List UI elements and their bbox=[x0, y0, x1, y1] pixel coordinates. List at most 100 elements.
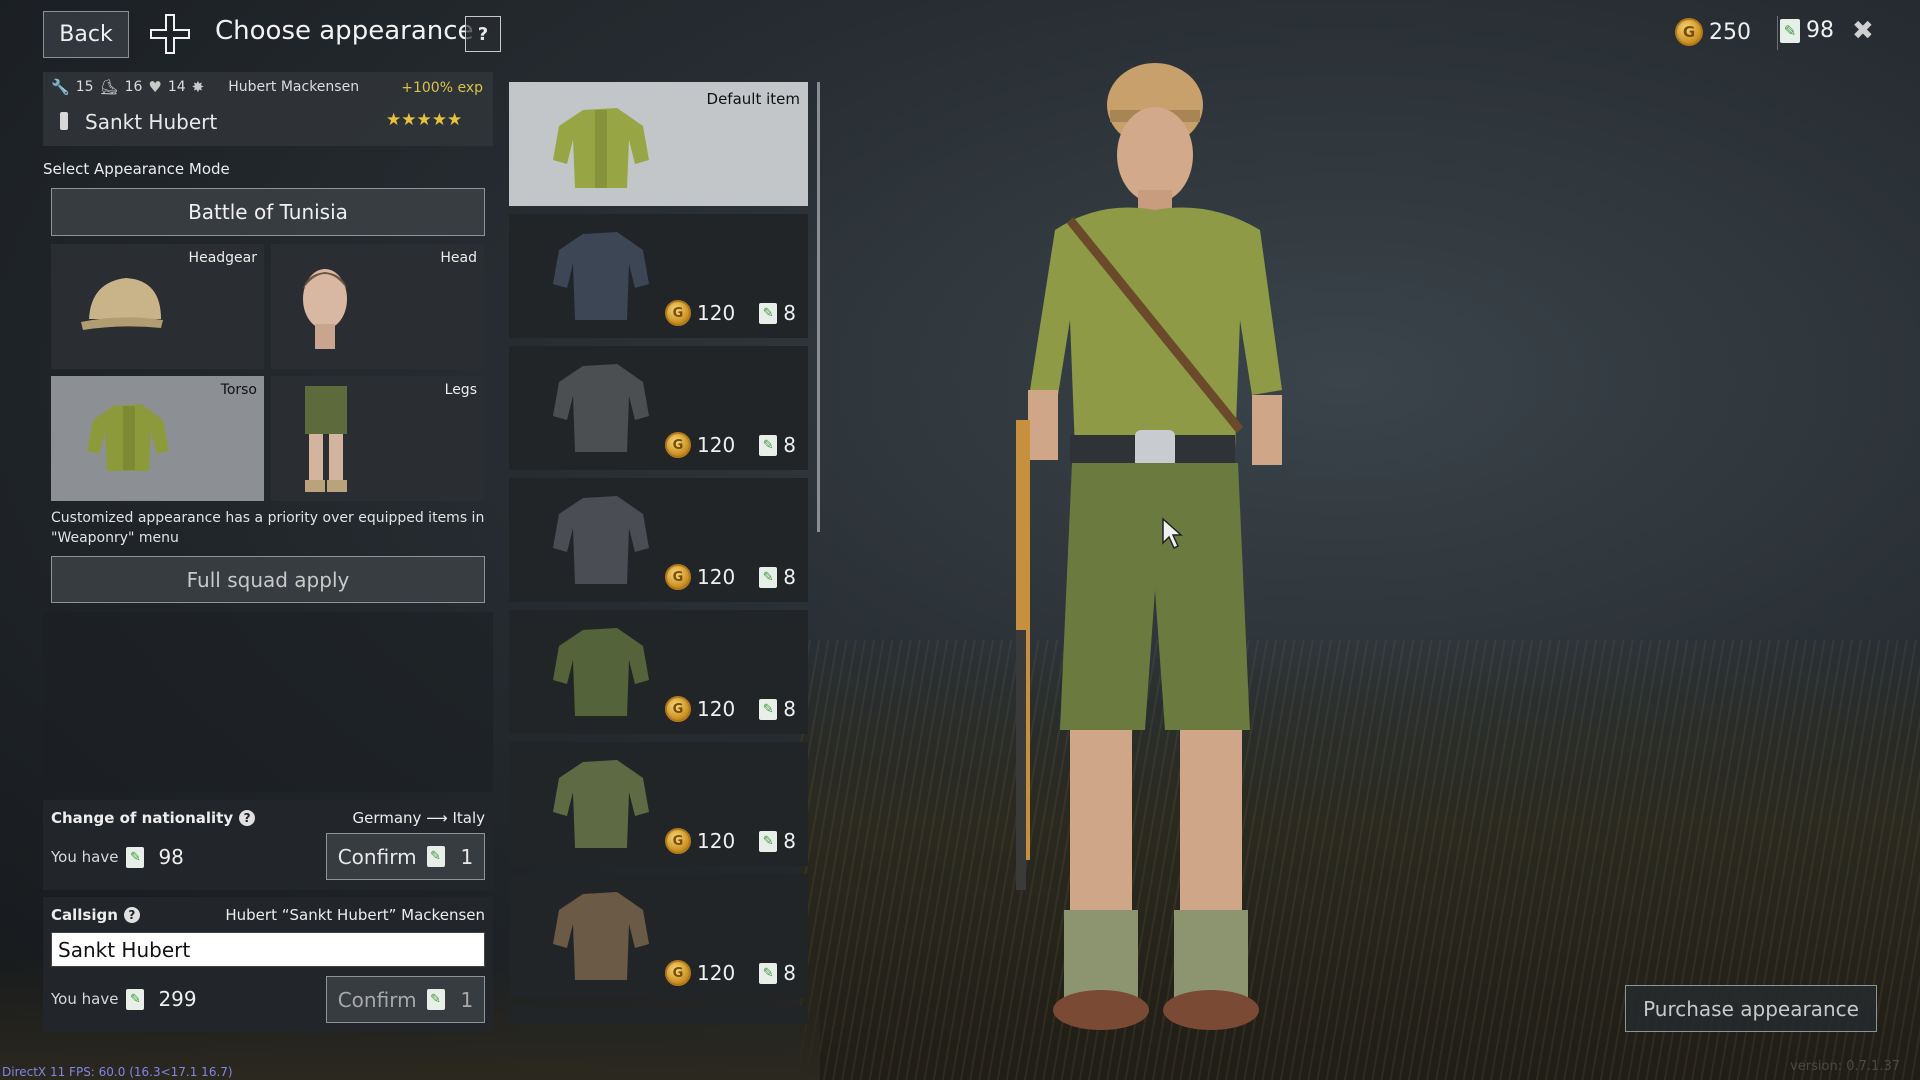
coin-icon: G bbox=[665, 828, 691, 854]
item-uniform-3[interactable]: G 120 ✎ 8 bbox=[509, 478, 808, 602]
ticket-balance: ✎ 98 bbox=[1780, 18, 1834, 43]
close-icon[interactable]: ✖ bbox=[1852, 16, 1874, 46]
item-uniform-2[interactable]: G 120 ✎ 8 bbox=[509, 346, 808, 470]
shirt-icon bbox=[553, 108, 649, 188]
item-uniform-1[interactable]: G 120 ✎ 8 bbox=[509, 214, 808, 338]
slot-legs[interactable]: Legs bbox=[271, 376, 484, 501]
help-icon[interactable]: ? bbox=[123, 907, 140, 923]
ticket-icon: ✎ bbox=[426, 846, 445, 867]
soldier-preview[interactable] bbox=[960, 30, 1360, 1080]
price-silver: 120 bbox=[697, 697, 736, 721]
price-tickets: 8 bbox=[783, 301, 796, 325]
soldier-stats: 🔧 15 ⛸ 16 ♥ 14 ✸ Hubert Mackensen bbox=[51, 78, 359, 96]
nationality-section: Change of nationality ? Germany ⟶ Italy … bbox=[43, 800, 493, 890]
price-tickets: 8 bbox=[783, 697, 796, 721]
wrench-icon: 🔧 bbox=[51, 78, 70, 96]
ticket-amount: 98 bbox=[1806, 18, 1834, 43]
soldier-card[interactable]: 🔧 15 ⛸ 16 ♥ 14 ✸ Hubert Mackensen +100% … bbox=[43, 72, 493, 146]
torso-item-list[interactable]: Default item G 120 ✎ 8 G 120 ✎ 8 G 120 ✎… bbox=[509, 82, 809, 1024]
confirm-label: Confirm bbox=[337, 987, 417, 1012]
slot-torso-label: Torso bbox=[220, 382, 257, 398]
confirm-label: Confirm bbox=[337, 844, 417, 869]
item-price: G 120 ✎ 8 bbox=[665, 828, 796, 854]
callsign-input[interactable]: Sankt Hubert bbox=[51, 932, 485, 967]
page-title: Choose appearance bbox=[215, 16, 474, 46]
slot-headgear[interactable]: Headgear bbox=[51, 244, 264, 369]
boot-icon: ⛸ bbox=[99, 78, 119, 96]
callsign-full: Hubert “Sankt Hubert” Mackensen bbox=[225, 906, 485, 924]
rating-stars: ★★★★★ bbox=[386, 110, 463, 130]
ticket-icon: ✎ bbox=[1780, 18, 1800, 43]
item-price: G 120 ✎ 8 bbox=[665, 696, 796, 722]
coin-icon: G bbox=[665, 300, 691, 326]
item-default[interactable]: Default item bbox=[509, 82, 808, 206]
heart-icon: ♥ bbox=[148, 78, 162, 96]
you-have-label: You have bbox=[51, 990, 119, 1008]
price-silver: 120 bbox=[697, 961, 736, 985]
nationality-change: Germany ⟶ Italy bbox=[352, 809, 485, 827]
ticket-icon: ✎ bbox=[126, 988, 145, 1010]
price-silver: 120 bbox=[697, 829, 736, 853]
callsign-title-row: Callsign ? bbox=[51, 906, 140, 924]
coin-icon: G bbox=[665, 564, 691, 590]
confirm-cost: 1 bbox=[460, 844, 474, 869]
price-tickets: 8 bbox=[783, 829, 796, 853]
stat-vitality: 16 bbox=[124, 79, 143, 95]
exp-bonus: +100% exp bbox=[401, 80, 483, 96]
item-list-scrollbar[interactable] bbox=[817, 82, 820, 532]
version-label: version: 0.7.1.37 bbox=[1790, 1059, 1900, 1074]
iron-cross-icon bbox=[150, 14, 190, 54]
appearance-mode-label: Select Appearance Mode bbox=[43, 160, 230, 178]
slot-torso[interactable]: Torso bbox=[51, 376, 264, 501]
slot-headgear-label: Headgear bbox=[188, 250, 257, 266]
uniform-icon bbox=[553, 232, 649, 320]
ticket-icon: ✎ bbox=[759, 302, 778, 324]
weapon-icon: ✸ bbox=[191, 78, 205, 96]
price-silver: 120 bbox=[697, 433, 736, 457]
callsign-balance: You have ✎ 299 bbox=[51, 987, 197, 1011]
ticket-icon: ✎ bbox=[759, 434, 778, 456]
ticket-icon: ✎ bbox=[759, 830, 778, 852]
item-uniform-4[interactable]: G 120 ✎ 8 bbox=[509, 610, 808, 734]
item-uniform-5[interactable]: G 120 ✎ 8 bbox=[509, 742, 808, 866]
back-button[interactable]: Back bbox=[43, 11, 129, 58]
item-uniform-7[interactable] bbox=[509, 1006, 808, 1024]
nationality-title: Change of nationality bbox=[51, 809, 234, 827]
nationality-title-row: Change of nationality ? bbox=[51, 809, 256, 827]
item-price: G 120 ✎ 8 bbox=[665, 300, 796, 326]
uniform-icon bbox=[553, 364, 649, 452]
ticket-icon: ✎ bbox=[759, 698, 778, 720]
ticket-icon: ✎ bbox=[759, 566, 778, 588]
price-tickets: 8 bbox=[783, 433, 796, 457]
callsign-title: Callsign bbox=[51, 906, 118, 924]
silver-amount: 250 bbox=[1709, 19, 1751, 45]
slot-legs-label: Legs bbox=[444, 382, 477, 398]
rank-icon bbox=[60, 112, 68, 130]
slot-head[interactable]: Head bbox=[271, 244, 484, 369]
item-uniform-6[interactable]: G 120 ✎ 8 bbox=[509, 874, 808, 998]
uniform-icon bbox=[553, 760, 649, 848]
slot-head-label: Head bbox=[440, 250, 477, 266]
full-squad-apply-button[interactable]: Full squad apply bbox=[51, 556, 485, 603]
you-have-amount: 98 bbox=[158, 845, 184, 869]
mouse-cursor-icon bbox=[1162, 517, 1183, 550]
uniform-icon bbox=[553, 496, 649, 584]
soldier-full-name: Hubert Mackensen bbox=[228, 79, 360, 95]
coin-icon: G bbox=[665, 960, 691, 986]
stat-agility: 15 bbox=[75, 79, 94, 95]
price-silver: 120 bbox=[697, 301, 736, 325]
help-icon[interactable]: ? bbox=[239, 810, 256, 826]
coin-icon: G bbox=[665, 696, 691, 722]
default-item-label: Default item bbox=[706, 90, 800, 108]
purchase-appearance-button[interactable]: Purchase appearance bbox=[1625, 985, 1877, 1032]
fps-counter: DirectX 11 FPS: 60.0 (16.3<17.1 16.7) bbox=[2, 1065, 233, 1079]
nationality-confirm-button[interactable]: Confirm ✎ 1 bbox=[326, 833, 485, 880]
uniform-icon bbox=[553, 892, 649, 980]
appearance-mode-select[interactable]: Battle of Tunisia bbox=[51, 188, 485, 236]
ticket-icon: ✎ bbox=[126, 846, 145, 868]
help-button[interactable]: ? bbox=[465, 16, 501, 52]
price-silver: 120 bbox=[697, 565, 736, 589]
ticket-icon: ✎ bbox=[759, 962, 778, 984]
priority-note: Customized appearance has a priority ove… bbox=[51, 510, 485, 546]
callsign-confirm-button[interactable]: Confirm ✎ 1 bbox=[326, 976, 485, 1023]
